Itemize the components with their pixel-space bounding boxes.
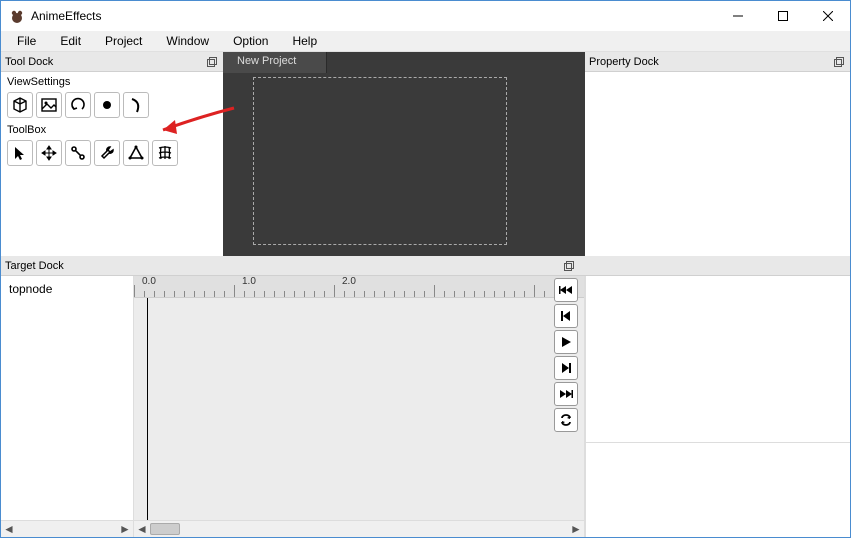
app-title: AnimeEffects	[31, 9, 715, 23]
tab-strip: New Project	[223, 52, 585, 73]
menu-option[interactable]: Option	[221, 32, 280, 50]
minimize-button[interactable]	[715, 1, 760, 31]
float-icon[interactable]	[205, 55, 219, 69]
timeline: 0.0 1.0 2.0	[134, 276, 585, 537]
float-icon[interactable]	[562, 259, 576, 273]
tool-mesh-button[interactable]	[152, 140, 178, 166]
menu-project[interactable]: Project	[93, 32, 154, 50]
forward-end-button[interactable]	[554, 382, 578, 406]
tool-triangle-button[interactable]	[123, 140, 149, 166]
menu-file[interactable]: File	[5, 32, 48, 50]
menu-window[interactable]: Window	[154, 32, 221, 50]
view-image-button[interactable]	[36, 92, 62, 118]
menu-edit[interactable]: Edit	[48, 32, 93, 50]
scroll-left-icon[interactable]: ◄	[1, 522, 17, 536]
tool-dock-title: Tool Dock	[5, 56, 205, 68]
scroll-right-icon[interactable]: ►	[117, 522, 133, 536]
property-dock-title: Property Dock	[589, 56, 832, 68]
tool-dock-header: Tool Dock	[1, 52, 223, 72]
canvas-area[interactable]: New Project	[223, 52, 585, 256]
playback-controls	[554, 276, 580, 432]
view-cube-button[interactable]	[7, 92, 33, 118]
timeline-ruler[interactable]: 0.0 1.0 2.0	[134, 276, 584, 298]
timeline-hscrollbar[interactable]: ◄ ►	[134, 520, 584, 537]
playhead[interactable]	[147, 298, 148, 520]
view-rotate-button[interactable]	[65, 92, 91, 118]
rewind-start-button[interactable]	[554, 278, 578, 302]
target-dock-title: Target Dock	[5, 260, 562, 272]
view-dot-button[interactable]	[94, 92, 120, 118]
property-dock-header: Property Dock	[585, 52, 850, 72]
canvas-viewport[interactable]	[223, 73, 585, 256]
tool-dock: Tool Dock ViewSettings ToolBox	[1, 52, 223, 256]
timeline-body[interactable]	[134, 298, 584, 520]
view-curve-button[interactable]	[123, 92, 149, 118]
right-bottom-panel	[585, 276, 850, 537]
tree-node-topnode[interactable]: topnode	[9, 282, 125, 296]
close-button[interactable]	[805, 1, 850, 31]
tool-cursor-button[interactable]	[7, 140, 33, 166]
right-bottom-subpanel	[586, 442, 850, 537]
toolbox-label: ToolBox	[1, 120, 223, 138]
property-dock: Property Dock	[585, 52, 850, 256]
app-window: AnimeEffects File Edit Project Window Op…	[0, 0, 851, 538]
scroll-right-icon[interactable]: ►	[568, 522, 584, 536]
loop-button[interactable]	[554, 408, 578, 432]
target-dock-header: Target Dock	[1, 256, 850, 276]
property-dock-body	[585, 72, 850, 256]
view-settings-label: ViewSettings	[1, 72, 223, 90]
float-icon[interactable]	[832, 55, 846, 69]
tab-new-project[interactable]: New Project	[223, 52, 327, 73]
step-back-button[interactable]	[554, 304, 578, 328]
tree-hscrollbar[interactable]: ◄ ►	[1, 520, 133, 537]
menubar: File Edit Project Window Option Help	[1, 31, 850, 52]
tool-wrench-button[interactable]	[94, 140, 120, 166]
menu-help[interactable]: Help	[280, 32, 329, 50]
maximize-button[interactable]	[760, 1, 805, 31]
target-tree: topnode ◄ ►	[1, 276, 134, 537]
step-forward-button[interactable]	[554, 356, 578, 380]
app-icon	[9, 8, 25, 24]
play-button[interactable]	[554, 330, 578, 354]
scroll-thumb[interactable]	[150, 523, 180, 535]
tool-bone-button[interactable]	[65, 140, 91, 166]
tool-move-button[interactable]	[36, 140, 62, 166]
canvas-bounds-rect	[253, 77, 507, 245]
titlebar: AnimeEffects	[1, 1, 850, 31]
scroll-left-icon[interactable]: ◄	[134, 522, 150, 536]
